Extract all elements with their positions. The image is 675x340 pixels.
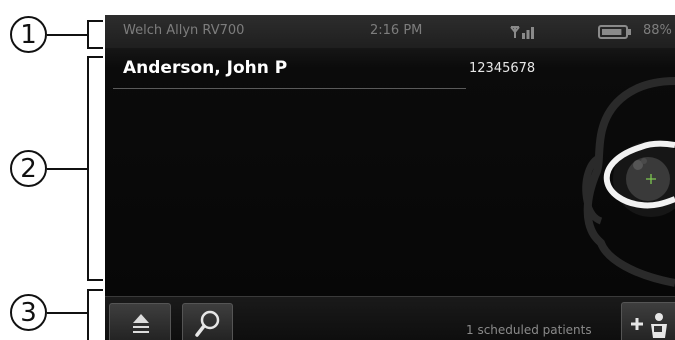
search-icon bbox=[195, 310, 220, 337]
callout-3-bracket bbox=[87, 289, 103, 340]
add-patient-icon bbox=[631, 313, 667, 338]
menu-eject-button[interactable] bbox=[109, 303, 171, 340]
callout-3-leader bbox=[47, 312, 87, 314]
patient-area[interactable]: Anderson, John P 12345678 bbox=[105, 48, 675, 296]
device-screen: Welch Allyn RV700 2:16 PM 88% Anderson, … bbox=[105, 15, 675, 340]
search-button[interactable] bbox=[182, 303, 233, 340]
add-patient-button[interactable] bbox=[621, 302, 675, 340]
callout-1-number: 1 bbox=[20, 19, 37, 50]
callout-3: 3 bbox=[10, 294, 47, 331]
callout-1: 1 bbox=[10, 16, 47, 53]
wifi-signal-icon bbox=[510, 26, 534, 39]
callout-2: 2 bbox=[10, 150, 47, 187]
callout-2-leader bbox=[47, 168, 87, 170]
patient-name: Anderson, John P bbox=[123, 58, 288, 78]
battery-percent: 88% bbox=[643, 23, 672, 38]
bottom-bar: 1 scheduled patients bbox=[105, 296, 675, 340]
eject-icon bbox=[133, 314, 149, 333]
callout-2-bracket bbox=[87, 56, 103, 281]
callout-1-leader bbox=[47, 34, 87, 36]
device-name: Welch Allyn RV700 bbox=[123, 23, 245, 38]
callout-2-number: 2 bbox=[20, 153, 37, 184]
patient-id: 12345678 bbox=[469, 61, 536, 76]
status-bar: Welch Allyn RV700 2:16 PM 88% bbox=[105, 15, 675, 48]
callout-1-bracket bbox=[87, 20, 103, 49]
clock: 2:16 PM bbox=[370, 23, 423, 38]
patient-divider bbox=[113, 88, 466, 89]
scheduled-patients-label: 1 scheduled patients bbox=[466, 323, 592, 337]
face-illustration-icon bbox=[582, 77, 675, 287]
callout-3-number: 3 bbox=[20, 297, 37, 328]
battery-icon bbox=[598, 25, 631, 39]
